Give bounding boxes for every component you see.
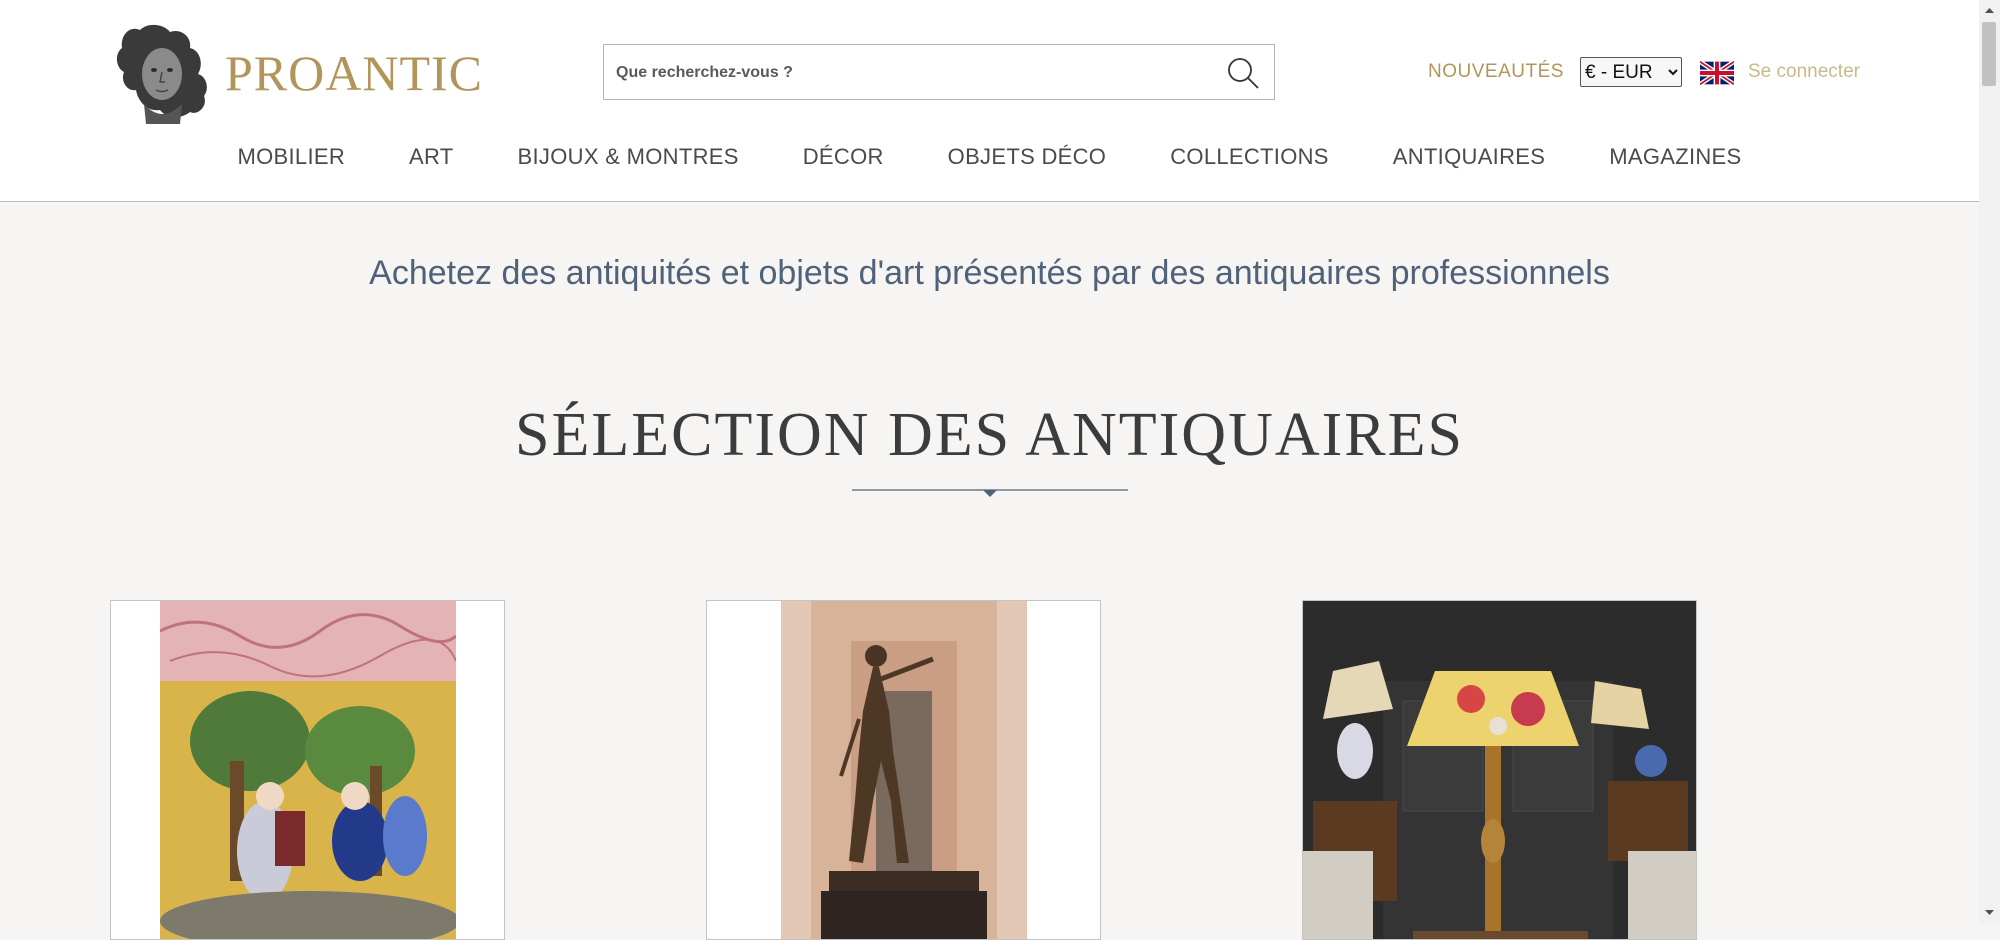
product-image-porcelain-figures[interactable]: [160, 601, 456, 940]
tagline: Achetez des antiquités et objets d'art p…: [369, 254, 1610, 292]
product-image-floor-lamp[interactable]: [1303, 601, 1697, 940]
search-icon[interactable]: [1226, 56, 1260, 90]
nouveautes-link[interactable]: NOUVEAUTÉS: [1428, 61, 1564, 83]
nav-item-mobilier[interactable]: MOBILIER: [237, 144, 345, 170]
search-bar: [603, 44, 1275, 101]
login-link[interactable]: Se connecter: [1748, 61, 1860, 83]
nav-item-magazines[interactable]: MAGAZINES: [1609, 144, 1741, 170]
product-card-bronze-statue[interactable]: [706, 600, 1101, 940]
site-header: PROANTIC NOUVEAUTÉS € - EUR Se connecter…: [0, 0, 1979, 202]
nav-item-bijoux-montres[interactable]: BIJOUX & MONTRES: [518, 144, 739, 170]
scroll-down-icon[interactable]: [1979, 905, 2000, 921]
page-scrollbar[interactable]: [1979, 0, 2000, 923]
nav-item-antiquaires[interactable]: ANTIQUAIRES: [1393, 144, 1545, 170]
product-card-porcelain-figures[interactable]: [110, 600, 505, 940]
product-card-floor-lamp[interactable]: [1302, 600, 1697, 940]
main-nav: MOBILIER ART BIJOUX & MONTRES DÉCOR OBJE…: [0, 144, 1979, 170]
nav-item-collections[interactable]: COLLECTIONS: [1170, 144, 1329, 170]
section-title: SÉLECTION DES ANTIQUAIRES: [515, 401, 1464, 469]
divider-diamond-icon: [852, 489, 1128, 497]
scroll-up-icon[interactable]: [1979, 2, 2000, 18]
bust-logo-icon[interactable]: [110, 20, 210, 124]
logo-text[interactable]: PROANTIC: [225, 44, 483, 102]
nav-item-decor[interactable]: DÉCOR: [803, 144, 884, 170]
nav-item-art[interactable]: ART: [409, 144, 454, 170]
uk-flag-icon[interactable]: [1700, 61, 1734, 85]
search-input[interactable]: [614, 45, 1198, 101]
currency-select[interactable]: € - EUR: [1580, 57, 1682, 87]
product-image-bronze-statue[interactable]: [781, 601, 1027, 940]
scrollbar-thumb[interactable]: [1982, 22, 1996, 86]
nav-item-objets-deco[interactable]: OBJETS DÉCO: [948, 144, 1107, 170]
